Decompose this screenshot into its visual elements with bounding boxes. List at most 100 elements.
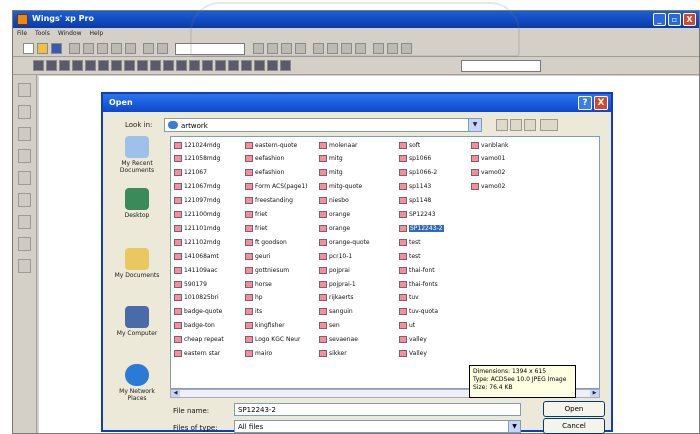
file-item[interactable]: Logo KGC Neur [245, 335, 300, 345]
grid-icon[interactable] [267, 43, 278, 54]
file-item[interactable]: 121102mdg [174, 237, 220, 247]
file-item[interactable]: geuri [245, 251, 270, 261]
file-item[interactable]: Valley [399, 349, 427, 359]
file-item[interactable]: cheap repeat [174, 335, 224, 345]
file-item[interactable]: its [245, 307, 262, 317]
file-item[interactable]: pcr10-1 [319, 251, 352, 261]
file-item[interactable]: SP12243-2 [399, 223, 444, 233]
file-item[interactable]: vamo02 [471, 168, 505, 178]
stitch-tool-2-icon[interactable] [46, 60, 57, 71]
dialog-close-button[interactable]: X [594, 96, 608, 110]
undo-icon[interactable] [143, 43, 154, 54]
stitch-tool-1-icon[interactable] [33, 60, 44, 71]
color-icon[interactable] [401, 43, 412, 54]
file-item[interactable]: eefashion [245, 168, 284, 178]
maximize-button[interactable]: ▫ [668, 13, 681, 26]
print-icon[interactable] [69, 43, 80, 54]
file-item[interactable]: orange [319, 210, 350, 220]
pick-tool-icon[interactable] [18, 105, 31, 119]
file-item[interactable]: horse [245, 279, 272, 289]
place-my-computer[interactable]: My Computer [109, 306, 165, 337]
zoom-in-icon[interactable] [281, 43, 292, 54]
file-item[interactable]: SP12243 [399, 210, 436, 220]
help-button[interactable]: ? [578, 96, 592, 110]
place-my-network-places[interactable]: My Network Places [109, 364, 165, 402]
menu-file[interactable]: File [17, 28, 27, 39]
file-item[interactable]: eastern-quote [245, 140, 297, 150]
file-item[interactable]: rijkaerts [319, 293, 353, 303]
preview-icon[interactable] [83, 43, 94, 54]
stitch-tool-5-icon[interactable] [85, 60, 96, 71]
file-name-field[interactable]: SP12243-2 [234, 403, 521, 416]
file-item[interactable]: molenaar [319, 140, 358, 150]
file-item[interactable]: vanblank [471, 140, 508, 150]
menu-window[interactable]: Window [58, 28, 82, 39]
file-item[interactable]: 121024mdg [174, 140, 220, 150]
stitch-tool-20-icon[interactable] [280, 60, 291, 71]
open-icon[interactable] [37, 43, 48, 54]
file-item[interactable]: 121100mdg [174, 210, 220, 220]
file-item[interactable]: 121067 [174, 168, 207, 178]
align-icon[interactable] [253, 43, 264, 54]
pen-tool-icon[interactable] [327, 43, 338, 54]
stitch-tool-12-icon[interactable] [176, 60, 187, 71]
files-of-type-select[interactable]: All files ▼ [234, 420, 521, 433]
file-item[interactable]: eefashion [245, 154, 284, 164]
new-folder-icon[interactable] [524, 119, 536, 131]
place-my-recent-documents[interactable]: My Recent Documents [109, 136, 165, 174]
chevron-down-icon[interactable]: ▼ [468, 119, 481, 131]
file-item[interactable]: 121067mdg [174, 182, 220, 192]
stitch-select[interactable] [461, 60, 541, 72]
toolbar-select[interactable] [175, 43, 245, 55]
save-icon[interactable] [51, 43, 62, 54]
stitch-tool-4-icon[interactable] [72, 60, 83, 71]
file-item[interactable]: sevaenae [319, 335, 358, 345]
file-item[interactable]: mairo [245, 349, 272, 359]
stitch-tool-18-icon[interactable] [254, 60, 265, 71]
file-item[interactable]: badge-ton [174, 321, 215, 331]
stitch-tool-19-icon[interactable] [267, 60, 278, 71]
cancel-button[interactable]: Cancel [543, 418, 605, 434]
close-button[interactable]: X [683, 13, 696, 26]
file-item[interactable]: soft [399, 140, 420, 150]
file-item[interactable]: tuv-quota [399, 307, 438, 317]
file-item[interactable]: friet [245, 210, 267, 220]
stitch-tool-16-icon[interactable] [228, 60, 239, 71]
file-item[interactable]: 121058mdg [174, 154, 220, 164]
file-item[interactable]: sen [319, 321, 340, 331]
file-item[interactable]: vamo02 [471, 182, 505, 192]
file-item[interactable]: Form ACS(page1) [245, 182, 308, 192]
file-item[interactable]: sanguin [319, 307, 353, 317]
cut-icon[interactable] [97, 43, 108, 54]
look-in-select[interactable]: artwork ▼ [164, 118, 482, 132]
arrow-tool-icon[interactable] [313, 43, 324, 54]
text-tool-icon[interactable] [18, 193, 31, 207]
file-item[interactable]: ft goodson [245, 237, 287, 247]
back-icon[interactable] [496, 119, 508, 131]
stitch-tool-7-icon[interactable] [111, 60, 122, 71]
stitch-tool-9-icon[interactable] [137, 60, 148, 71]
stitch-tool-13-icon[interactable] [189, 60, 200, 71]
minimize-button[interactable]: _ [653, 13, 666, 26]
stitch-tool-8-icon[interactable] [124, 60, 135, 71]
redo-icon[interactable] [157, 43, 168, 54]
file-item[interactable]: mitg [319, 168, 343, 178]
file-item[interactable]: vamo01 [471, 154, 505, 164]
scroll-left-icon[interactable]: ◀ [171, 390, 180, 397]
file-item[interactable]: mitg [319, 154, 343, 164]
machine-icon[interactable] [387, 43, 398, 54]
file-item[interactable]: sp1066-2 [399, 168, 437, 178]
file-item[interactable]: test [399, 251, 421, 261]
file-item[interactable]: thai-font [399, 265, 435, 275]
file-item[interactable]: sp1143 [399, 182, 431, 192]
file-item[interactable]: 141109aac [174, 265, 218, 275]
settings-icon[interactable] [373, 43, 384, 54]
file-item[interactable]: friet [245, 223, 267, 233]
place-desktop[interactable]: Desktop [109, 188, 165, 219]
shape-tool-icon[interactable] [355, 43, 366, 54]
stitch-tool-15-icon[interactable] [215, 60, 226, 71]
menu-tools[interactable]: Tools [35, 28, 50, 39]
lettering-tool-icon[interactable] [18, 215, 31, 229]
measure-tool-icon[interactable] [18, 237, 31, 251]
file-item[interactable]: freestanding [245, 196, 293, 206]
